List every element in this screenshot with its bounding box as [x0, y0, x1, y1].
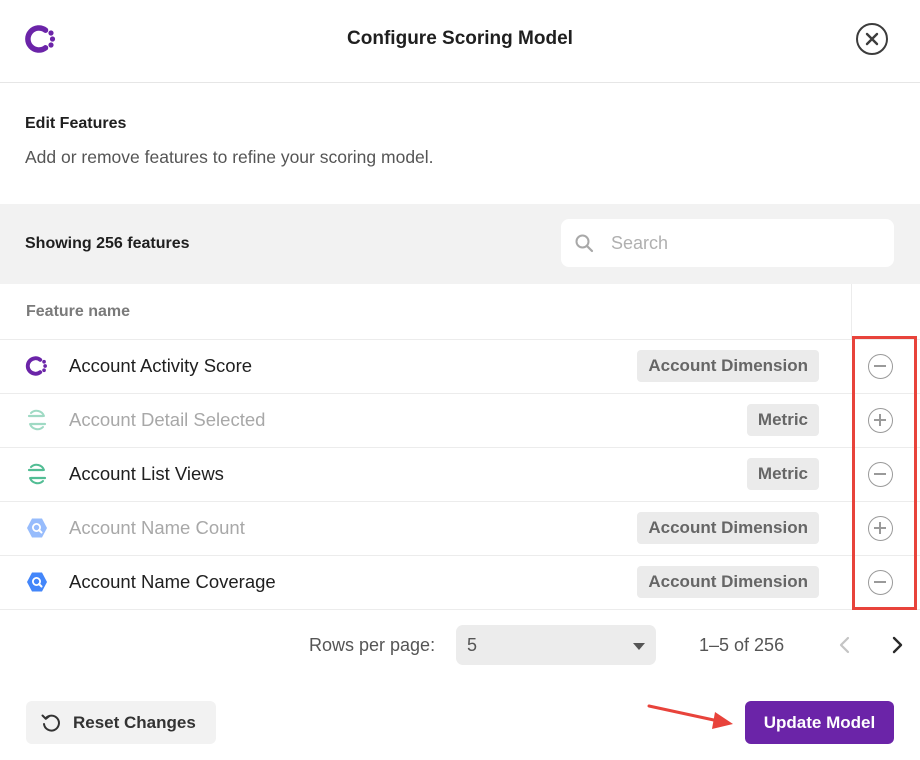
rows-per-page-select[interactable]: 5: [456, 625, 656, 665]
update-model-button[interactable]: Update Model: [745, 701, 894, 744]
feature-type-badge: Account Dimension: [637, 350, 819, 382]
segment-icon: [27, 463, 47, 485]
feature-name: Account Activity Score: [69, 355, 253, 376]
modal-header: Configure Scoring Model: [0, 0, 920, 83]
caret-down-icon: [633, 643, 645, 650]
feature-type-badge: Metric: [746, 404, 819, 436]
table-row: Account Activity Score Account Dimension: [0, 340, 920, 394]
feature-name: Account Name Count: [69, 517, 245, 538]
modal-title: Configure Scoring Model: [347, 28, 573, 49]
bigquery-icon: [27, 518, 47, 538]
chevron-left-icon[interactable]: [835, 633, 855, 657]
feature-type-badge: Metric: [746, 458, 819, 490]
section-title: Edit Features: [25, 115, 127, 132]
annotation-highlight-box: [852, 336, 917, 610]
update-model-label: Update Model: [763, 713, 876, 732]
pagination-range: 1–5 of 256: [699, 635, 785, 655]
brand-c-logo-icon: [25, 356, 47, 376]
feature-name: Account Detail Selected: [69, 409, 266, 430]
annotation-arrow-icon: [647, 704, 733, 729]
search-box[interactable]: [561, 219, 894, 267]
search-input[interactable]: [611, 219, 881, 267]
search-icon: [575, 234, 594, 253]
table-header: Feature name: [0, 284, 920, 340]
table-row: Account Name Count Account Dimension: [0, 502, 920, 556]
reset-changes-button[interactable]: Reset Changes: [26, 701, 216, 744]
bigquery-icon: [27, 572, 47, 592]
reset-icon: [41, 714, 60, 732]
features-toolbar: Showing 256 features: [0, 204, 920, 284]
pagination: Rows per page: 5 1–5 of 256: [0, 610, 920, 680]
feature-name: Account List Views: [69, 463, 224, 484]
close-button[interactable]: [856, 23, 888, 55]
feature-name: Account Name Coverage: [69, 571, 276, 592]
reset-changes-label: Reset Changes: [73, 713, 196, 732]
table-row: Account List Views Metric: [0, 448, 920, 502]
column-header-feature-name: Feature name: [26, 303, 131, 320]
table-row: Account Detail Selected Metric: [0, 394, 920, 448]
rows-per-page-value: 5: [467, 635, 478, 655]
chevron-right-icon[interactable]: [887, 633, 907, 657]
column-divider: [851, 284, 852, 340]
feature-type-badge: Account Dimension: [637, 566, 819, 598]
feature-type-badge: Account Dimension: [637, 512, 819, 544]
rows-per-page-label: Rows per page:: [309, 635, 436, 655]
section-subtitle: Add or remove features to refine your sc…: [25, 147, 434, 167]
table-row: Account Name Coverage Account Dimension: [0, 556, 920, 610]
features-count: Showing 256 features: [25, 235, 190, 252]
close-icon: [865, 32, 879, 46]
segment-icon: [27, 409, 47, 431]
